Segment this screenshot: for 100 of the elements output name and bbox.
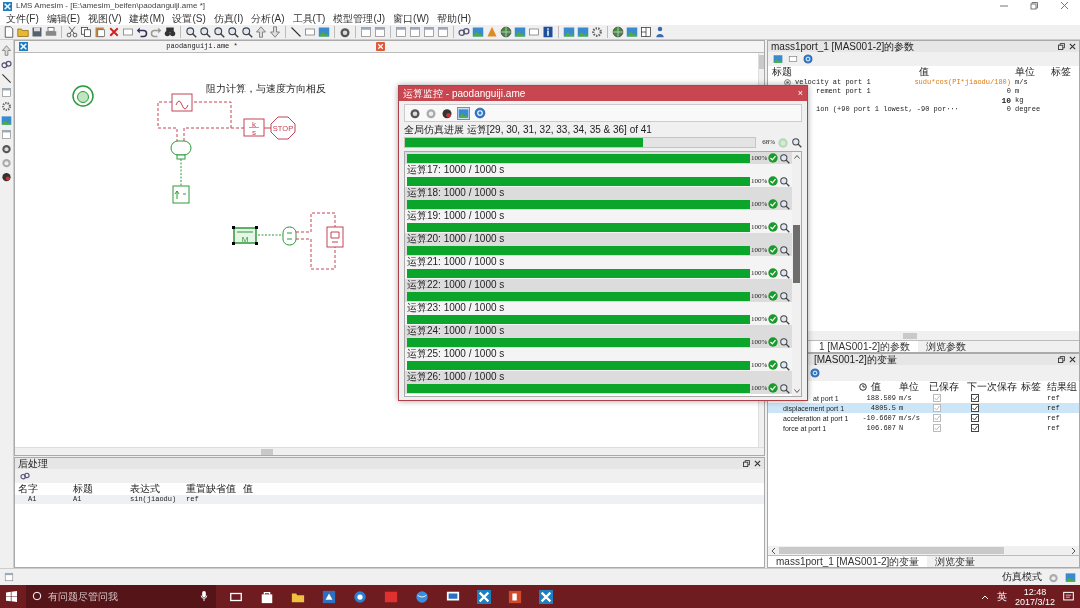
- image-icon[interactable]: [318, 26, 330, 38]
- image-icon[interactable]: [514, 26, 526, 38]
- delete-icon[interactable]: [108, 26, 120, 38]
- browser-icon[interactable]: [353, 589, 367, 604]
- globe-icon[interactable]: [612, 26, 624, 38]
- image-icon[interactable]: [773, 54, 783, 64]
- scrollbar-thumb[interactable]: [793, 225, 800, 283]
- magnifier-icon[interactable]: [213, 26, 225, 38]
- microphone-icon[interactable]: [200, 591, 208, 602]
- help-icon[interactable]: [803, 54, 813, 64]
- integrator-block[interactable]: k s: [243, 118, 265, 137]
- menu-item[interactable]: 帮助(H): [433, 12, 476, 25]
- clock-time[interactable]: 12:48: [1023, 586, 1047, 597]
- scope-icon[interactable]: [441, 107, 453, 119]
- checkbox[interactable]: [971, 393, 979, 402]
- signal-block[interactable]: [326, 226, 344, 248]
- menu-item[interactable]: 建模(M): [125, 12, 169, 25]
- panel-tab[interactable]: 浏览变量: [927, 556, 984, 567]
- scissors-icon[interactable]: [66, 26, 78, 38]
- menu-item[interactable]: 视图(V): [84, 12, 126, 25]
- magnifier-icon[interactable]: [779, 359, 790, 371]
- magnifier-icon[interactable]: [779, 336, 790, 348]
- sensor-block[interactable]: [172, 185, 190, 204]
- panel-tab[interactable]: mass1port_1 [MAS001-2]的变量: [768, 556, 928, 567]
- menu-item[interactable]: 工具(T): [288, 12, 330, 25]
- scrollbar-thumb[interactable]: [903, 332, 917, 339]
- ball-icon[interactable]: [415, 589, 429, 604]
- image-icon[interactable]: [472, 26, 484, 38]
- frame-icon[interactable]: [528, 26, 540, 38]
- start-icon[interactable]: [6, 591, 17, 602]
- function-block[interactable]: [171, 93, 193, 112]
- search-field[interactable]: 有问题尽管问我: [26, 585, 216, 608]
- menu-item[interactable]: 设置(S): [168, 12, 210, 25]
- magnifier-icon[interactable]: [199, 26, 211, 38]
- scrollbar-thumb[interactable]: [779, 547, 1004, 554]
- magnifier-icon[interactable]: [779, 244, 790, 256]
- app-logo-icon[interactable]: [477, 589, 491, 604]
- chain-icon[interactable]: [458, 26, 470, 38]
- scope-icon[interactable]: [339, 26, 351, 38]
- help-icon[interactable]: [810, 368, 820, 378]
- checkbox[interactable]: [971, 413, 979, 422]
- scroll-up-icon[interactable]: [793, 155, 800, 159]
- magnifier-icon[interactable]: [779, 290, 790, 302]
- app-icon[interactable]: [384, 589, 398, 604]
- line-icon[interactable]: [290, 26, 302, 38]
- chain-icon[interactable]: [1, 59, 12, 70]
- close-icon[interactable]: [754, 460, 761, 467]
- scope-icon[interactable]: [1, 143, 12, 154]
- menu-item[interactable]: 仿真(I): [209, 12, 248, 25]
- shopping-bag-icon[interactable]: [260, 589, 274, 604]
- clipboard-icon[interactable]: [94, 26, 106, 38]
- round-component-icon[interactable]: [72, 85, 94, 107]
- image-icon[interactable]: [1, 115, 12, 126]
- close-button[interactable]: ×: [797, 88, 803, 99]
- scope-icon[interactable]: [1, 171, 12, 182]
- magnifier-icon[interactable]: [791, 137, 802, 148]
- magnifier-icon[interactable]: [779, 198, 790, 210]
- magnifier-icon[interactable]: [241, 26, 253, 38]
- close-icon[interactable]: [1069, 356, 1076, 363]
- undo-icon[interactable]: [136, 26, 148, 38]
- junction-block[interactable]: [170, 140, 192, 160]
- menu-item[interactable]: 窗口(W): [389, 12, 434, 25]
- image-icon[interactable]: [563, 26, 575, 38]
- junction-block[interactable]: [282, 226, 297, 246]
- scrollbar-thumb[interactable]: [261, 448, 273, 455]
- gear-icon[interactable]: [1, 101, 12, 112]
- magnifier-icon[interactable]: [779, 313, 790, 325]
- binoculars-icon[interactable]: [164, 26, 176, 38]
- checkbox[interactable]: [971, 423, 979, 432]
- chevron-up-icon[interactable]: [980, 593, 989, 600]
- close-icon[interactable]: [1069, 43, 1076, 50]
- magnifier-icon[interactable]: [779, 152, 790, 164]
- notification-icon[interactable]: [1063, 591, 1074, 602]
- input-method-indicator[interactable]: 英: [996, 590, 1007, 603]
- menu-item[interactable]: 分析(A): [247, 12, 289, 25]
- scrollbar-thumb[interactable]: [759, 55, 764, 69]
- menu-item[interactable]: 编辑(E): [42, 12, 85, 25]
- monitor-icon[interactable]: [446, 589, 460, 604]
- panel-tab[interactable]: 1 [MAS001-2]的参数: [811, 341, 919, 352]
- checkbox[interactable]: [971, 403, 979, 412]
- magnifier-icon[interactable]: [227, 26, 239, 38]
- panel-tab[interactable]: 浏览参数: [918, 341, 975, 352]
- magnifier-icon[interactable]: [185, 26, 197, 38]
- scroll-right-icon[interactable]: [1071, 547, 1076, 554]
- down-arrow-icon[interactable]: [269, 26, 281, 38]
- parameter-value[interactable]: 10: [1001, 96, 1011, 105]
- scroll-down-icon[interactable]: [793, 389, 800, 393]
- image-icon[interactable]: [626, 26, 638, 38]
- globe-icon[interactable]: [500, 26, 512, 38]
- help-icon[interactable]: [474, 107, 486, 119]
- magnifier-icon[interactable]: [779, 267, 790, 279]
- float-icon[interactable]: [1058, 356, 1065, 363]
- grid-icon[interactable]: [640, 26, 652, 38]
- copy-icon[interactable]: [80, 26, 92, 38]
- info-icon[interactable]: [542, 26, 554, 38]
- scope-icon[interactable]: [409, 107, 421, 119]
- image-icon[interactable]: [1065, 571, 1076, 583]
- magnifier-icon[interactable]: [779, 175, 790, 187]
- float-icon[interactable]: [743, 460, 750, 467]
- slides-icon[interactable]: [508, 589, 522, 604]
